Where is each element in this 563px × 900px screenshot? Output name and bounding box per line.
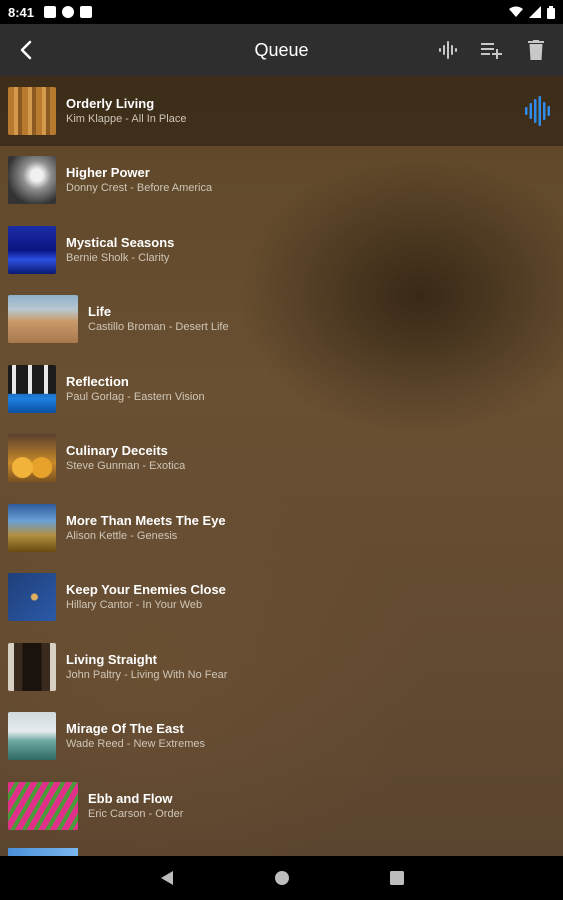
track-title: Life [88, 304, 112, 320]
album-art [8, 225, 56, 274]
clear-queue-button[interactable] [517, 30, 555, 70]
album-art [8, 503, 56, 552]
track-artist-album: Eric Carson - Order [88, 807, 184, 820]
nav-recents-icon[interactable] [389, 871, 404, 885]
track-artist-album: Wade Reed - New Extremes [66, 738, 205, 751]
now-playing-bars-icon [525, 95, 550, 126]
track-artist-album: Alison Kettle - Genesis [66, 529, 178, 542]
track-artist-album: Donny Crest - Before America [66, 182, 213, 195]
status-bar: 8:41 [0, 0, 563, 24]
track-title: More Than Meets The Eye [66, 512, 226, 528]
track-artist-album: Steve Gunman - Exotica [66, 460, 186, 473]
queue-item[interactable]: Culinary Deceits Steve Gunman - Exotica [0, 424, 563, 494]
track-title: Living Straight [66, 651, 157, 667]
album-art [8, 295, 78, 344]
track-artist-album: Kim Klappe - All In Place [66, 112, 187, 125]
status-time: 8:41 [8, 4, 35, 20]
queue-item[interactable]: Mystical Seasons Bernie Sholk - Clarity [0, 215, 563, 285]
album-art [8, 642, 56, 691]
sd-card-icon [80, 6, 93, 18]
track-title: Mystical Seasons [66, 234, 175, 250]
nav-home-icon[interactable] [274, 870, 290, 886]
track-title: Orderly Living [66, 95, 155, 111]
track-artist-album: John Paltry - Living With No Fear [66, 668, 228, 681]
queue-item[interactable]: Higher Power Donny Crest - Before Americ… [0, 146, 563, 216]
queue-item[interactable]: Life Castillo Broman - Desert Life [0, 285, 563, 355]
album-art [8, 434, 56, 483]
nav-back-icon[interactable] [160, 870, 174, 886]
notification-icons [44, 6, 93, 18]
trash-icon [528, 40, 544, 60]
queue-item-current[interactable]: Orderly Living Kim Klappe - All In Place [0, 76, 563, 146]
wifi-icon [509, 6, 523, 17]
track-artist-album: Castillo Broman - Desert Life [88, 321, 229, 334]
queue-item[interactable]: More Than Meets The Eye Alison Kettle - … [0, 493, 563, 563]
album-art [8, 86, 56, 135]
album-art [8, 712, 56, 761]
queue-item[interactable]: Living Straight John Paltry - Living Wit… [0, 632, 563, 702]
queue-item[interactable]: Mirage Of The East Wade Reed - New Extre… [0, 702, 563, 772]
signal-icon [529, 6, 541, 18]
track-title: Ebb and Flow [88, 790, 173, 806]
notification-app-icon [44, 6, 57, 18]
track-title: Keep Your Enemies Close [66, 582, 226, 598]
album-art [8, 781, 78, 830]
track-title: Reflection [66, 373, 129, 389]
album-art [8, 364, 56, 413]
system-icons [509, 5, 555, 19]
add-to-playlist-button[interactable] [473, 30, 511, 70]
track-artist-album: Bernie Sholk - Clarity [66, 251, 170, 264]
track-artist-album: Hillary Cantor - In Your Web [66, 599, 203, 612]
equalizer-button[interactable] [429, 30, 467, 70]
queue-item[interactable]: Keep Your Enemies Close Hillary Cantor -… [0, 563, 563, 633]
queue-item[interactable]: Ebb and Flow Eric Carson - Order [0, 771, 563, 841]
track-artist-album: Paul Gorlag - Eastern Vision [66, 390, 205, 403]
track-title: Culinary Deceits [66, 443, 168, 459]
track-title: Higher Power [66, 165, 150, 181]
app-bar: Queue [0, 24, 563, 76]
queue-list[interactable]: Orderly Living Kim Klappe - All In Place… [0, 76, 563, 856]
album-art [8, 573, 56, 622]
playlist-add-icon [481, 43, 502, 59]
track-title: Mirage Of The East [66, 721, 184, 737]
equalizer-icon [439, 41, 457, 59]
arrow-back-icon [20, 40, 32, 60]
back-button[interactable] [0, 24, 52, 76]
album-art [8, 156, 56, 205]
system-nav-bar [0, 856, 563, 900]
queue-item[interactable]: Reflection Paul Gorlag - Eastern Vision [0, 354, 563, 424]
battery-icon [547, 5, 555, 19]
album-art-partial [8, 848, 78, 856]
notification-app-icon [62, 6, 75, 18]
